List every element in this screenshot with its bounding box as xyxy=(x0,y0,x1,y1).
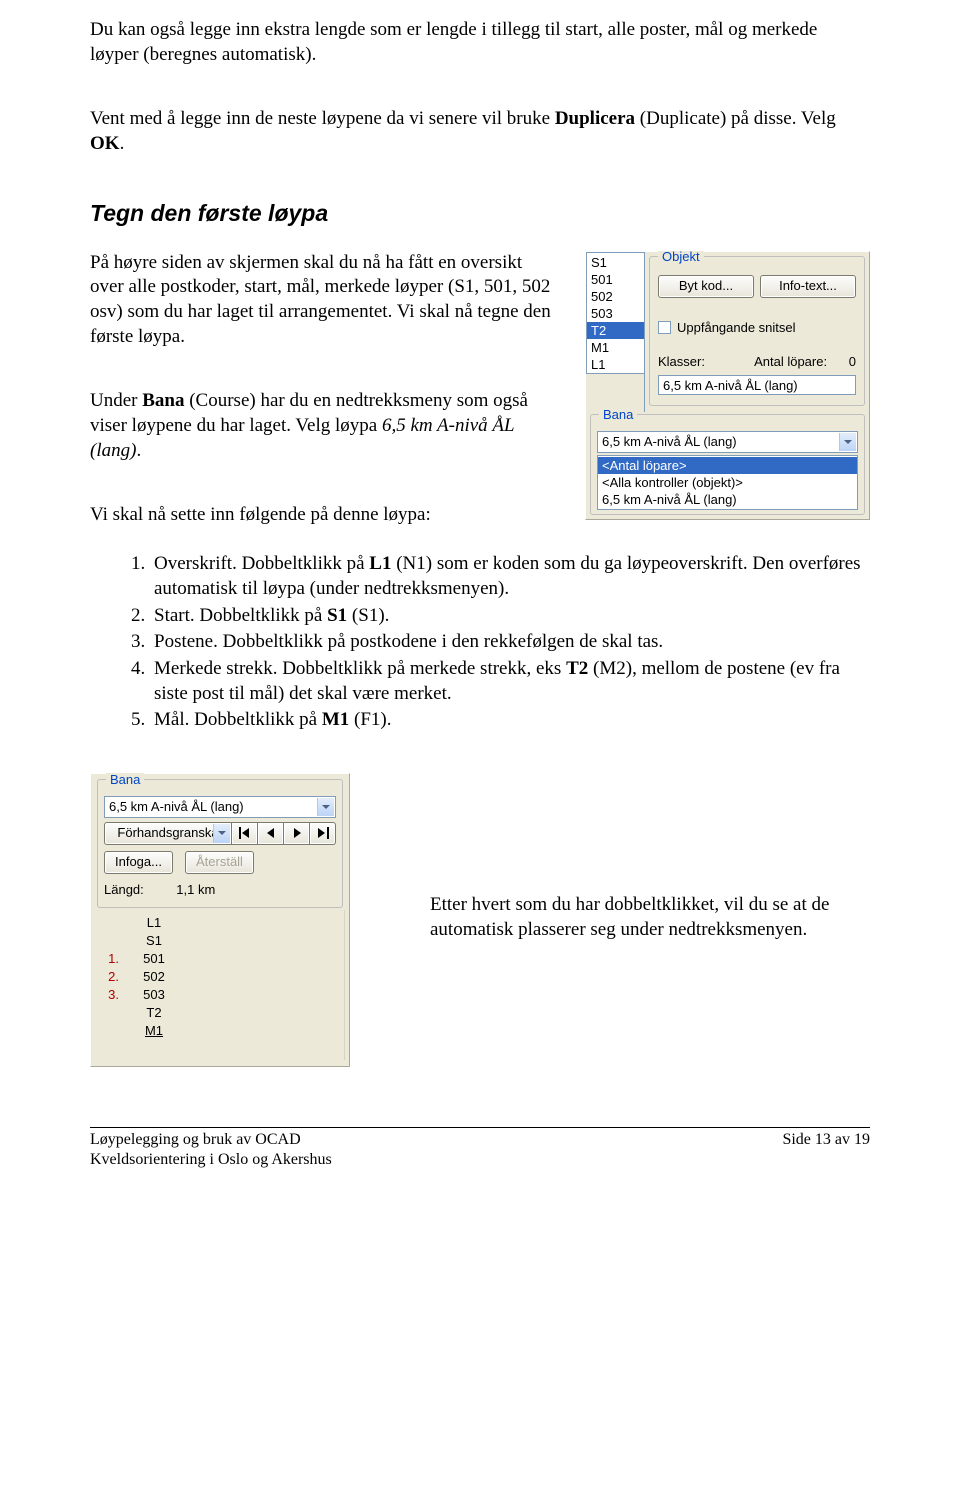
text: Overskrift. Dobbeltklikk på xyxy=(154,553,369,574)
info-text-button[interactable]: Info-text... xyxy=(760,275,856,298)
bana-legend: Bana xyxy=(599,407,637,424)
step-2: Start. Dobbeltklikk på S1 (S1). xyxy=(150,604,870,629)
text: (S1). xyxy=(347,605,389,626)
row-num: 2. xyxy=(103,968,129,986)
chevron-down-icon[interactable] xyxy=(213,824,230,843)
text: . xyxy=(120,133,125,154)
course-sequence-list[interactable]: L1 S1 1.501 2.502 3.503 T2 M1 xyxy=(95,910,345,1060)
chevron-down-icon[interactable] xyxy=(839,433,856,451)
step-3: Postene. Dobbeltklikk på postkodene i de… xyxy=(150,630,870,655)
objekt-panel-screenshot: S1 501 502 503 T2 M1 L1 Objekt Byt ko xyxy=(585,251,870,521)
bana-legend-2: Bana xyxy=(106,773,144,789)
steps-list: Overskrift. Dobbeltklikk på L1 (N1) som … xyxy=(90,552,870,733)
step-1: Overskrift. Dobbeltklikk på L1 (N1) som … xyxy=(150,552,870,601)
text-bold: OK xyxy=(90,133,120,154)
objekt-legend: Objekt xyxy=(658,251,704,266)
dropdown-item[interactable]: 6,5 km A-nivå ÅL (lang) xyxy=(598,491,857,508)
heading-tegn-forste-loypa: Tegn den første løypa xyxy=(90,199,870,229)
para-5: Vi skal nå sette inn følgende på denne l… xyxy=(90,503,556,528)
dropdown-item-selected[interactable]: <Antal löpare> xyxy=(598,457,857,474)
bana-select[interactable]: 6,5 km A-nivå ÅL (lang) xyxy=(597,431,858,453)
step-5: Mål. Dobbeltklikk på M1 (F1). xyxy=(150,708,870,733)
step-4: Merkede strekk. Dobbeltklikk på merkede … xyxy=(150,657,870,706)
aterstall-button[interactable]: Återställ xyxy=(185,851,254,874)
text-bold: Duplicera xyxy=(555,108,635,129)
prev-icon xyxy=(265,827,277,839)
course-item[interactable]: T2 xyxy=(129,1004,179,1022)
checkbox-label: Uppfångande snitsel xyxy=(677,320,796,335)
dropdown-item[interactable]: <Alla kontroller (objekt)> xyxy=(598,474,857,491)
langd-label: Längd: xyxy=(104,882,144,897)
nav-first-button[interactable] xyxy=(232,822,258,845)
bana-select-2-value: 6,5 km A-nivå ÅL (lang) xyxy=(109,799,244,814)
antal-lopare-value: 0 xyxy=(849,354,856,369)
bana-select-2[interactable]: 6,5 km A-nivå ÅL (lang) xyxy=(104,796,336,818)
course-item[interactable]: 501 xyxy=(129,950,179,968)
course-item[interactable]: 502 xyxy=(129,968,179,986)
text: Under xyxy=(90,390,142,411)
bana-select-value: 6,5 km A-nivå ÅL (lang) xyxy=(602,434,737,449)
text: Vent med å legge inn de neste løypene da… xyxy=(90,108,555,129)
row-num: 1. xyxy=(103,950,129,968)
first-icon xyxy=(239,827,251,839)
text: (Duplicate) på disse. Velg xyxy=(635,108,836,129)
uppfangande-checkbox[interactable] xyxy=(658,321,671,334)
chevron-down-icon[interactable] xyxy=(317,798,334,816)
next-icon xyxy=(291,827,303,839)
para-2: Vent med å legge inn de neste løypene da… xyxy=(90,107,870,156)
para-bottom: Etter hvert som du har dobbeltklikket, v… xyxy=(430,893,870,942)
bana-course-panel-screenshot: Bana 6,5 km A-nivå ÅL (lang) Förhandsgra… xyxy=(90,773,350,1067)
list-item-selected[interactable]: T2 xyxy=(587,322,644,339)
footer-page-number: Side 13 av 19 xyxy=(782,1130,870,1172)
list-item[interactable]: M1 xyxy=(587,339,644,356)
klasser-label: Klasser: xyxy=(658,354,705,371)
row-num: 3. xyxy=(103,986,129,1004)
text-bold: M1 xyxy=(322,709,349,730)
footer-left-2: Kveldsorientering i Oslo og Akershus xyxy=(90,1150,332,1171)
text: Merkede strekk. Dobbeltklikk på merkede … xyxy=(154,658,566,679)
nav-last-button[interactable] xyxy=(310,822,336,845)
text: Mål. Dobbeltklikk på xyxy=(154,709,322,730)
byt-kod-button[interactable]: Byt kod... xyxy=(658,275,754,298)
list-item[interactable]: L1 xyxy=(587,356,644,373)
text: . xyxy=(136,440,141,461)
forhandsgranska-label: Förhandsgranska xyxy=(117,825,218,840)
footer-left-1: Løypelegging og bruk av OCAD xyxy=(90,1130,332,1151)
klasser-input[interactable]: 6,5 km A-nivå ÅL (lang) xyxy=(658,375,856,395)
course-item[interactable]: L1 xyxy=(129,914,179,932)
nav-prev-button[interactable] xyxy=(258,822,284,845)
text-bold: S1 xyxy=(327,605,347,626)
text: Start. Dobbeltklikk på xyxy=(154,605,327,626)
langd-value: 1,1 km xyxy=(176,882,215,897)
list-item[interactable]: 503 xyxy=(587,305,644,322)
antal-lopare-label: Antal löpare: xyxy=(754,354,827,369)
list-item[interactable]: 502 xyxy=(587,288,644,305)
text: (F1). xyxy=(349,709,391,730)
para-4: Under Bana (Course) har du en nedtrekksm… xyxy=(90,389,556,463)
page-footer: Løypelegging og bruk av OCAD Kveldsorien… xyxy=(90,1127,870,1172)
text-bold: L1 xyxy=(369,553,391,574)
object-listbox[interactable]: S1 501 502 503 T2 M1 L1 xyxy=(586,252,644,374)
infoga-button[interactable]: Infoga... xyxy=(104,851,173,874)
text-bold: Bana xyxy=(142,390,184,411)
list-item[interactable]: S1 xyxy=(587,254,644,271)
last-icon xyxy=(317,827,329,839)
nav-next-button[interactable] xyxy=(284,822,310,845)
list-item[interactable]: 501 xyxy=(587,271,644,288)
course-item[interactable]: 503 xyxy=(129,986,179,1004)
bana-dropdown-open[interactable]: <Antal löpare> <Alla kontroller (objekt)… xyxy=(597,455,858,510)
text-bold: T2 xyxy=(566,658,588,679)
course-item[interactable]: M1 xyxy=(129,1022,179,1040)
forhandsgranska-button[interactable]: Förhandsgranska xyxy=(104,822,232,845)
para-1: Du kan også legge inn ekstra lengde som … xyxy=(90,18,870,67)
course-item[interactable]: S1 xyxy=(129,932,179,950)
para-3: På høyre siden av skjermen skal du nå ha… xyxy=(90,251,556,350)
